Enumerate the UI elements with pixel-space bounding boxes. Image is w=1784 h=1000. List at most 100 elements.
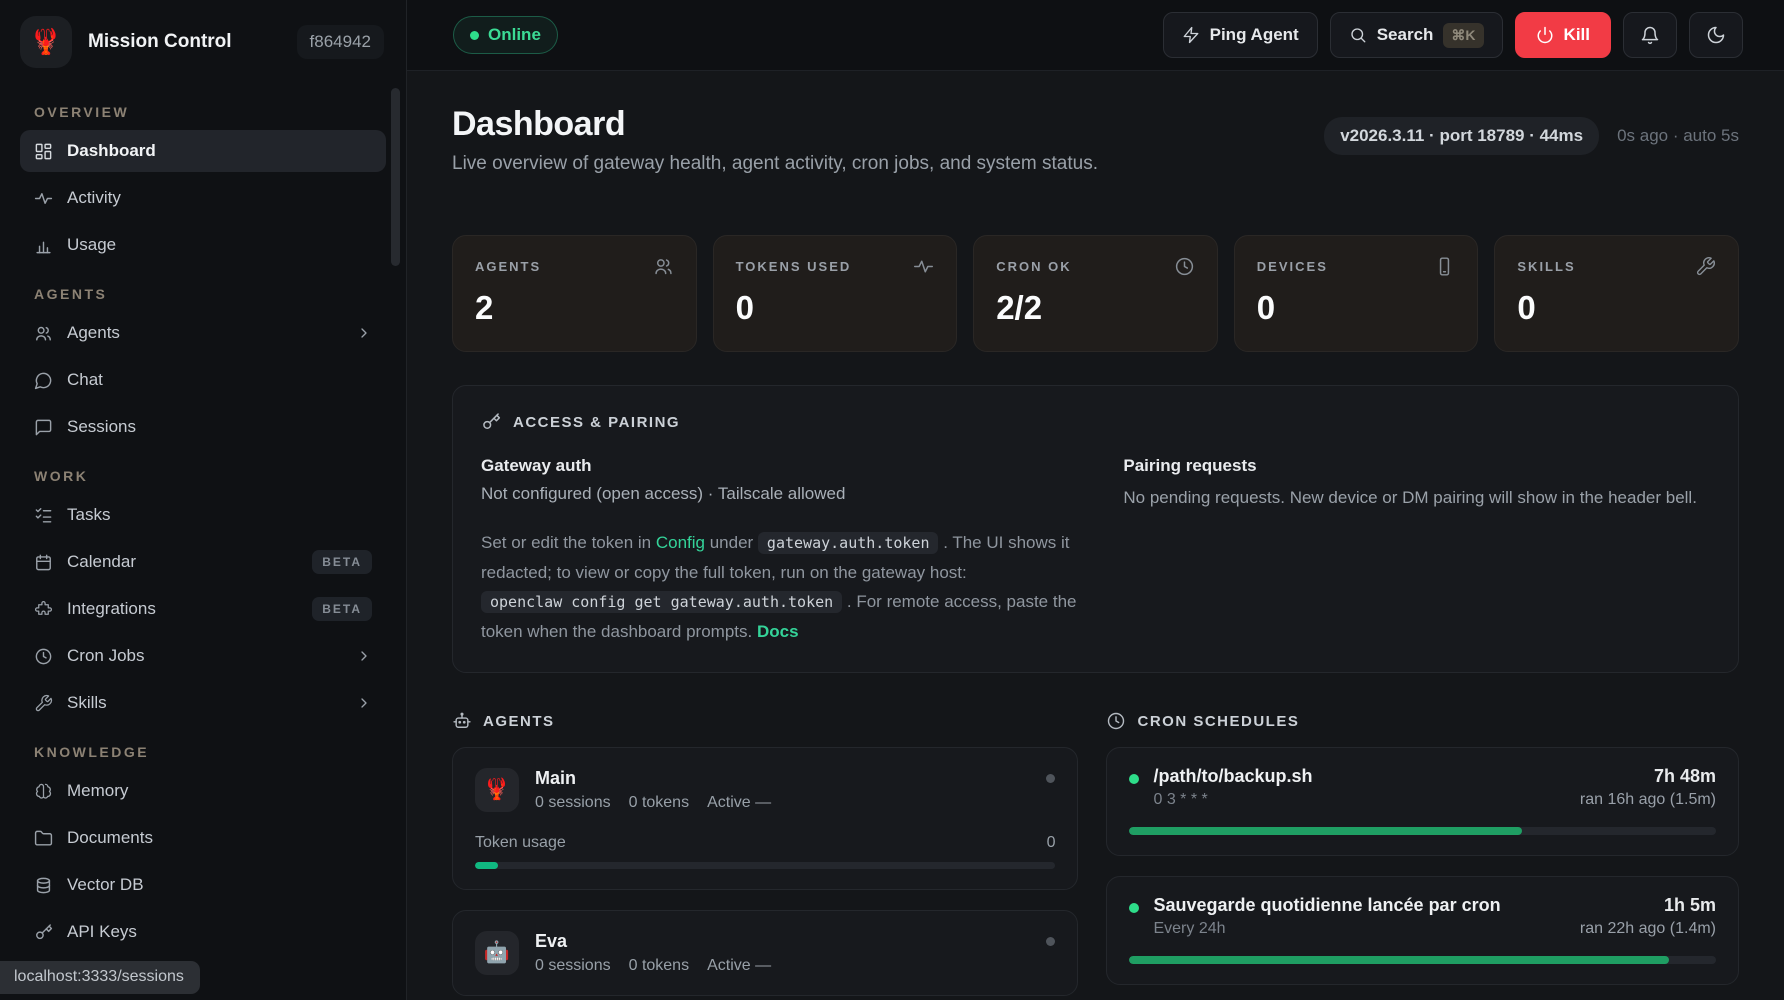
page-content: Dashboard Live overview of gateway healt… <box>407 71 1784 1000</box>
ping-agent-button[interactable]: Ping Agent <box>1163 12 1318 58</box>
pairing-title: Pairing requests <box>1123 456 1710 476</box>
search-icon <box>1349 26 1367 44</box>
activity-icon <box>913 256 934 277</box>
theme-toggle-button[interactable] <box>1689 12 1743 58</box>
sidebar-item-agents[interactable]: Agents <box>20 312 386 354</box>
bot-icon <box>452 711 472 731</box>
agent-tokens: 0 tokens <box>629 794 689 812</box>
clock-icon <box>34 647 53 666</box>
app-window: 🦞 Mission Control f864942 OVERVIEW Dashb… <box>0 0 1784 1000</box>
sidebar-item-vector-db[interactable]: Vector DB <box>20 864 386 906</box>
cron-job-name: Sauvegarde quotidienne lancée par cron <box>1153 895 1500 916</box>
chevron-right-icon <box>356 325 372 341</box>
cron-progress-track <box>1129 827 1716 835</box>
sidebar-item-dashboard[interactable]: Dashboard <box>20 130 386 172</box>
cron-last-run: ran 22h ago (1.4m) <box>1580 920 1716 938</box>
agent-card-main[interactable]: 🦞 Main 0 sessions 0 tokens Active — <box>452 747 1078 890</box>
gateway-auth-status: Not configured (open access) · Tailscale… <box>481 484 1079 504</box>
cron-status-dot <box>1129 774 1139 784</box>
sidebar-item-api-keys[interactable]: API Keys <box>20 911 386 953</box>
sidebar-item-cron-jobs[interactable]: Cron Jobs <box>20 635 386 677</box>
sidebar-item-tasks[interactable]: Tasks <box>20 494 386 536</box>
sidebar-item-calendar[interactable]: Calendar BETA <box>20 541 386 583</box>
sidebar-item-sessions[interactable]: Sessions <box>20 406 386 448</box>
agent-tokens: 0 tokens <box>629 957 689 975</box>
sidebar-scrollbar[interactable] <box>391 88 400 266</box>
stat-value: 0 <box>1257 289 1456 327</box>
power-icon <box>1536 26 1554 44</box>
brain-icon <box>34 782 53 801</box>
agent-name: Main <box>535 768 771 789</box>
sidebar-item-chat[interactable]: Chat <box>20 359 386 401</box>
cron-schedule: 0 3 * * * <box>1153 791 1207 809</box>
sidebar-item-activity[interactable]: Activity <box>20 177 386 219</box>
agent-status-dot <box>1046 774 1055 783</box>
folder-icon <box>34 829 53 848</box>
page-subtitle: Live overview of gateway health, agent a… <box>452 153 1098 175</box>
activity-icon <box>34 189 53 208</box>
sidebar-item-label: Sessions <box>67 417 136 437</box>
cron-job-name: /path/to/backup.sh <box>1153 766 1312 787</box>
notifications-button[interactable] <box>1623 12 1677 58</box>
pairing-requests-block: Pairing requests No pending requests. Ne… <box>1123 456 1710 646</box>
beta-badge: BETA <box>312 597 372 621</box>
sidebar-item-label: Chat <box>67 370 103 390</box>
search-shortcut-kbd: ⌘K <box>1443 23 1483 48</box>
search-button[interactable]: Search ⌘K <box>1330 12 1503 58</box>
agent-avatar: 🦞 <box>475 768 519 812</box>
sidebar-item-integrations[interactable]: Integrations BETA <box>20 588 386 630</box>
cron-schedule: Every 24h <box>1153 920 1225 938</box>
cron-job-card[interactable]: /path/to/backup.sh 7h 48m 0 3 * * * ran … <box>1106 747 1739 856</box>
token-usage-label: Token usage <box>475 834 566 852</box>
stat-value: 0 <box>1517 289 1716 327</box>
sidebar-item-label: Usage <box>67 235 116 255</box>
config-link[interactable]: Config <box>656 533 705 552</box>
sidebar-item-skills[interactable]: Skills <box>20 682 386 724</box>
sidebar-item-memory[interactable]: Memory <box>20 770 386 812</box>
message-square-icon <box>34 418 53 437</box>
pairing-text: No pending requests. New device or DM pa… <box>1123 484 1708 511</box>
kill-button[interactable]: Kill <box>1515 12 1611 58</box>
version-badge: v2026.3.11 · port 18789 · 44ms <box>1324 117 1599 155</box>
page-title: Dashboard <box>452 105 1098 144</box>
sidebar-item-label: Tasks <box>67 505 110 525</box>
sidebar-item-documents[interactable]: Documents <box>20 817 386 859</box>
sidebar-item-label: Memory <box>67 781 128 801</box>
agent-name: Eva <box>535 931 771 952</box>
sidebar-header: 🦞 Mission Control f864942 <box>0 0 406 78</box>
section-label-work: WORK <box>34 468 386 484</box>
topbar-actions: Ping Agent Search ⌘K Kill <box>1163 12 1743 58</box>
sidebar-item-label: Vector DB <box>67 875 144 895</box>
stat-cards-row: AGENTS 2 TOKENS USED 0 CRON OK 2/2 DEVIC… <box>452 235 1739 352</box>
sidebar-item-label: Calendar <box>67 552 136 572</box>
bar-chart-icon <box>34 236 53 255</box>
cron-job-card[interactable]: Sauvegarde quotidienne lancée par cron 1… <box>1106 876 1739 985</box>
cron-progress-fill <box>1129 956 1669 964</box>
beta-badge: BETA <box>312 550 372 574</box>
cron-next-run: 7h 48m <box>1654 766 1716 787</box>
link-preview-statusbar: localhost:3333/sessions <box>0 961 200 994</box>
chevron-right-icon <box>356 695 372 711</box>
checklist-icon <box>34 506 53 525</box>
sidebar: 🦞 Mission Control f864942 OVERVIEW Dashb… <box>0 0 407 1000</box>
access-pairing-panel: ACCESS & PAIRING Gateway auth Not config… <box>452 385 1739 673</box>
sidebar-item-label: API Keys <box>67 922 137 942</box>
agent-sessions: 0 sessions <box>535 957 611 975</box>
sidebar-item-usage[interactable]: Usage <box>20 224 386 266</box>
cron-progress-track <box>1129 956 1716 964</box>
sidebar-nav: OVERVIEW Dashboard Activity Usage AGENTS… <box>0 78 406 1000</box>
docs-link[interactable]: Docs <box>757 622 799 641</box>
sidebar-item-label: Integrations <box>67 599 156 619</box>
smartphone-icon <box>1434 256 1455 277</box>
stat-card-cron: CRON OK 2/2 <box>973 235 1218 352</box>
token-path-code: gateway.auth.token <box>758 532 939 554</box>
agent-card-eva[interactable]: 🤖 Eva 0 sessions 0 tokens Active — <box>452 910 1078 996</box>
app-title: Mission Control <box>88 31 232 53</box>
main-area: Online Ping Agent Search ⌘K Kill <box>407 0 1784 1000</box>
cli-command-code: openclaw config get gateway.auth.token <box>481 591 842 613</box>
app-logo-lobster-icon: 🦞 <box>20 16 72 68</box>
users-icon <box>653 256 674 277</box>
sidebar-item-label: Documents <box>67 828 153 848</box>
gateway-auth-title: Gateway auth <box>481 456 1079 476</box>
agent-active: Active — <box>707 957 771 975</box>
